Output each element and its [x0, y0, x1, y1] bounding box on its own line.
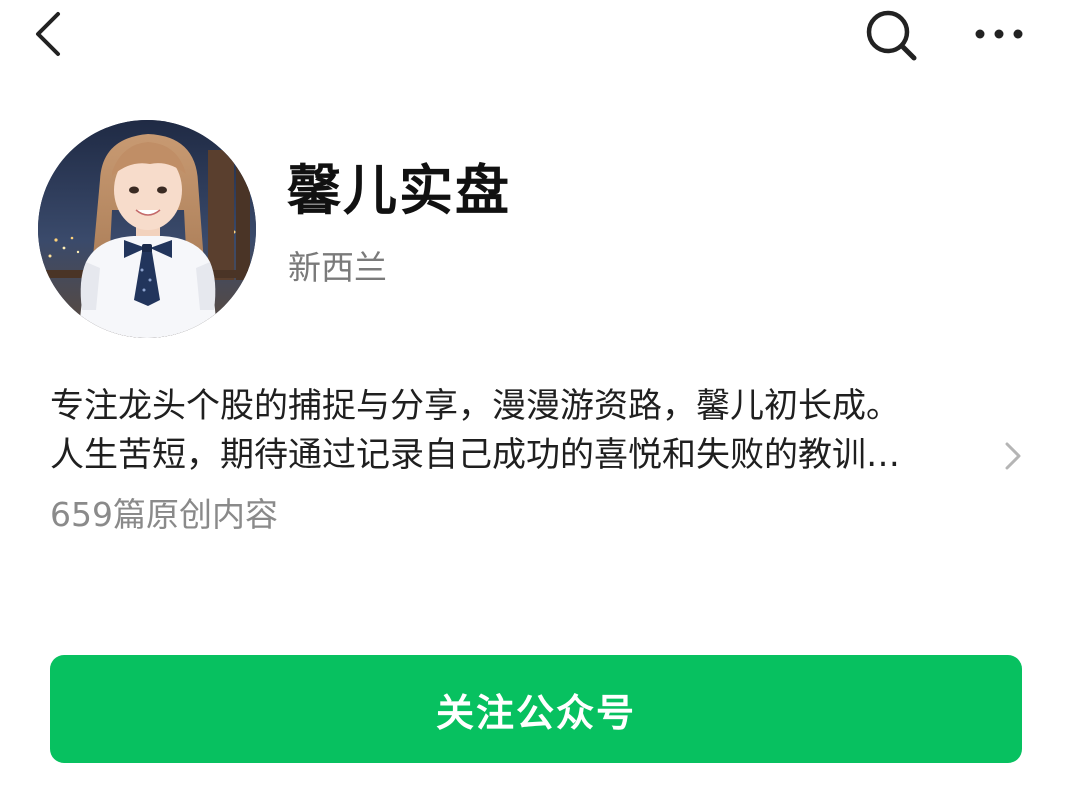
- chevron-right-icon: [1005, 442, 1021, 470]
- back-button[interactable]: [28, 8, 72, 60]
- bio-line-1: 专注龙头个股的捕捉与分享，漫漫游资路，馨儿初长成。: [50, 386, 900, 426]
- avatar[interactable]: [38, 120, 256, 338]
- original-article-count[interactable]: 659篇原创内容: [50, 492, 278, 538]
- follow-official-account-button[interactable]: 关注公众号: [50, 655, 1022, 763]
- search-icon: [866, 10, 917, 61]
- top-navigation-bar: [0, 0, 1073, 80]
- account-region: 新西兰: [288, 248, 387, 287]
- account-bio[interactable]: 专注龙头个股的捕捉与分享，漫漫游资路，馨儿初长成。 人生苦短，期待通过记录自己成…: [50, 382, 1030, 482]
- bio-line-2: 人生苦短，期待通过记录自己成功的喜悦和失败的教训…: [50, 435, 900, 475]
- chevron-left-icon: [36, 12, 60, 56]
- more-options-button[interactable]: [968, 14, 1030, 54]
- profile-photo: [38, 120, 256, 338]
- account-name: 馨儿实盘: [287, 159, 511, 222]
- search-button[interactable]: [862, 6, 920, 64]
- more-dots-icon: [975, 29, 1023, 39]
